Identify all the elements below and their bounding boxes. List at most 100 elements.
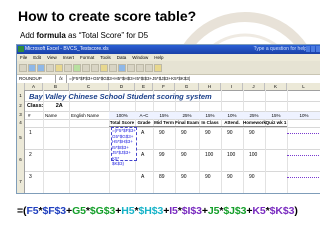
bold-icon[interactable] bbox=[136, 63, 144, 72]
column-header-a[interactable]: A bbox=[25, 83, 43, 90]
score-cell[interactable]: 100 bbox=[227, 152, 235, 158]
italic-icon[interactable] bbox=[145, 63, 153, 72]
menu-item-format[interactable]: Format bbox=[80, 54, 94, 61]
grade-cell[interactable]: A bbox=[141, 152, 144, 158]
menu-item-edit[interactable]: Edit bbox=[33, 54, 41, 61]
header-cell[interactable]: Homework bbox=[243, 119, 266, 127]
row-header-5[interactable]: 5 bbox=[17, 127, 25, 149]
name-box[interactable]: ROUNDUP bbox=[17, 75, 56, 83]
sum-icon[interactable] bbox=[100, 63, 108, 72]
weight-cell[interactable]: 15% bbox=[199, 112, 221, 119]
weights-name-label[interactable]: Name bbox=[45, 113, 57, 118]
formula-token: J5 bbox=[207, 205, 220, 217]
weight-cell[interactable]: A~C bbox=[135, 112, 153, 119]
menu-item-data[interactable]: Data bbox=[117, 54, 127, 61]
print-icon[interactable] bbox=[46, 63, 54, 72]
sort-icon[interactable] bbox=[109, 63, 117, 72]
header-cell[interactable]: Mid Term bbox=[153, 119, 175, 127]
close-button[interactable] bbox=[316, 46, 320, 52]
row-header-6[interactable]: 6 bbox=[17, 149, 25, 171]
column-header-d[interactable]: D bbox=[109, 83, 135, 90]
column-header-c[interactable]: C bbox=[69, 83, 109, 90]
weights-num-label[interactable]: # bbox=[28, 113, 31, 118]
save-icon[interactable] bbox=[37, 63, 45, 72]
weight-cell[interactable]: 10% bbox=[287, 112, 320, 119]
menu-item-tools[interactable]: Tools bbox=[100, 54, 111, 61]
header-cell[interactable]: Quiz wk 1 bbox=[265, 119, 287, 127]
menu-item-file[interactable]: File bbox=[20, 54, 27, 61]
header-cell[interactable]: Total Score bbox=[109, 119, 135, 127]
header-cell[interactable]: In Class bbox=[199, 119, 221, 127]
score-cell[interactable]: 99 bbox=[159, 152, 165, 158]
student-number[interactable]: 3 bbox=[29, 174, 32, 180]
header-cell[interactable]: Grade bbox=[135, 119, 153, 127]
score-cell[interactable]: 90 bbox=[159, 130, 165, 136]
score-cell[interactable]: 90 bbox=[249, 130, 255, 136]
row-header-3[interactable]: 3 bbox=[17, 111, 25, 119]
grade-cell[interactable]: A bbox=[141, 174, 144, 180]
help-search[interactable]: Type a question for help bbox=[254, 45, 307, 54]
fill-color-icon[interactable] bbox=[154, 63, 162, 72]
header-cell[interactable]: Attend. bbox=[221, 119, 243, 127]
score-cell[interactable]: 90 bbox=[181, 152, 187, 158]
header-cell[interactable]: Final Exam bbox=[175, 119, 199, 127]
score-cell[interactable]: 90 bbox=[227, 130, 233, 136]
weight-cell[interactable]: 15% bbox=[153, 112, 175, 119]
score-cell[interactable]: 90 bbox=[249, 174, 255, 180]
formula-token: ) bbox=[294, 205, 298, 217]
score-cell[interactable]: 90 bbox=[181, 130, 187, 136]
weight-cell[interactable]: 10% bbox=[221, 112, 243, 119]
column-header-e[interactable]: E bbox=[135, 83, 153, 90]
spreadsheet-grid[interactable]: ABCDEFGHIJKL 1234567 Bay Valley Chinese … bbox=[17, 83, 320, 193]
menu-item-view[interactable]: View bbox=[47, 54, 57, 61]
copy-icon[interactable] bbox=[64, 63, 72, 72]
row-header-2[interactable]: 2 bbox=[17, 101, 25, 111]
menu-item-insert[interactable]: Insert bbox=[63, 54, 74, 61]
select-all-corner[interactable] bbox=[17, 83, 25, 90]
column-header-g[interactable]: G bbox=[175, 83, 199, 90]
undo-icon[interactable] bbox=[82, 63, 90, 72]
score-cell[interactable]: 100 bbox=[205, 152, 213, 158]
maximize-button[interactable] bbox=[311, 46, 315, 52]
column-header-b[interactable]: B bbox=[43, 83, 69, 90]
sheet-title[interactable]: Bay Valley Chinese School Student scorin… bbox=[29, 92, 212, 101]
row-header-4[interactable]: 4 bbox=[17, 119, 25, 127]
weight-cell[interactable]: 15% bbox=[265, 112, 287, 119]
row-header-7[interactable]: 7 bbox=[17, 171, 25, 193]
minimize-button[interactable] bbox=[306, 46, 310, 52]
student-number[interactable]: 1 bbox=[29, 130, 32, 136]
column-header-j[interactable]: J bbox=[243, 83, 265, 90]
zoom-icon[interactable] bbox=[127, 63, 135, 72]
column-header-k[interactable]: K bbox=[265, 83, 287, 90]
chart-icon[interactable] bbox=[118, 63, 126, 72]
paste-icon[interactable] bbox=[73, 63, 81, 72]
column-header-f[interactable]: F bbox=[153, 83, 175, 90]
new-icon[interactable] bbox=[19, 63, 27, 72]
column-header-h[interactable]: H bbox=[199, 83, 221, 90]
weight-cell[interactable]: 100% bbox=[109, 112, 135, 119]
fx-icon[interactable]: fx bbox=[56, 75, 67, 83]
score-cell[interactable]: 90 bbox=[227, 174, 233, 180]
menu-item-help[interactable]: Help bbox=[154, 54, 163, 61]
menu-item-window[interactable]: Window bbox=[132, 54, 148, 61]
score-cell[interactable]: 90 bbox=[181, 174, 187, 180]
cut-icon[interactable] bbox=[55, 63, 63, 72]
formula-edit-cell[interactable]: =(F5*$F$3+ G5*$G$3+ H5*$H$3+ I5*$I$3+ J5*$J$… bbox=[111, 127, 137, 166]
grade-cell[interactable]: A bbox=[141, 130, 144, 136]
formula-input[interactable]: =(F5*$F$3+G5*$G$3+H5*$H$3+I5*$I$3+J5*$J$… bbox=[67, 75, 190, 83]
score-cell[interactable]: 90 bbox=[205, 174, 211, 180]
class-cell[interactable]: Class: 2A bbox=[27, 103, 63, 109]
row-header-1[interactable]: 1 bbox=[17, 90, 25, 101]
weights-english-label[interactable]: English Name bbox=[71, 113, 99, 118]
open-icon[interactable] bbox=[28, 63, 36, 72]
weight-cell[interactable]: 25% bbox=[243, 112, 265, 119]
score-cell[interactable]: 89 bbox=[159, 174, 165, 180]
weight-cell[interactable]: 25% bbox=[175, 112, 199, 119]
score-cell[interactable]: 90 bbox=[205, 130, 211, 136]
student-number[interactable]: 2 bbox=[29, 152, 32, 158]
score-cell[interactable]: 100 bbox=[249, 152, 257, 158]
column-header-i[interactable]: I bbox=[221, 83, 243, 90]
column-header-l[interactable]: L bbox=[287, 83, 320, 90]
redo-icon[interactable] bbox=[91, 63, 99, 72]
column-line bbox=[199, 90, 200, 193]
